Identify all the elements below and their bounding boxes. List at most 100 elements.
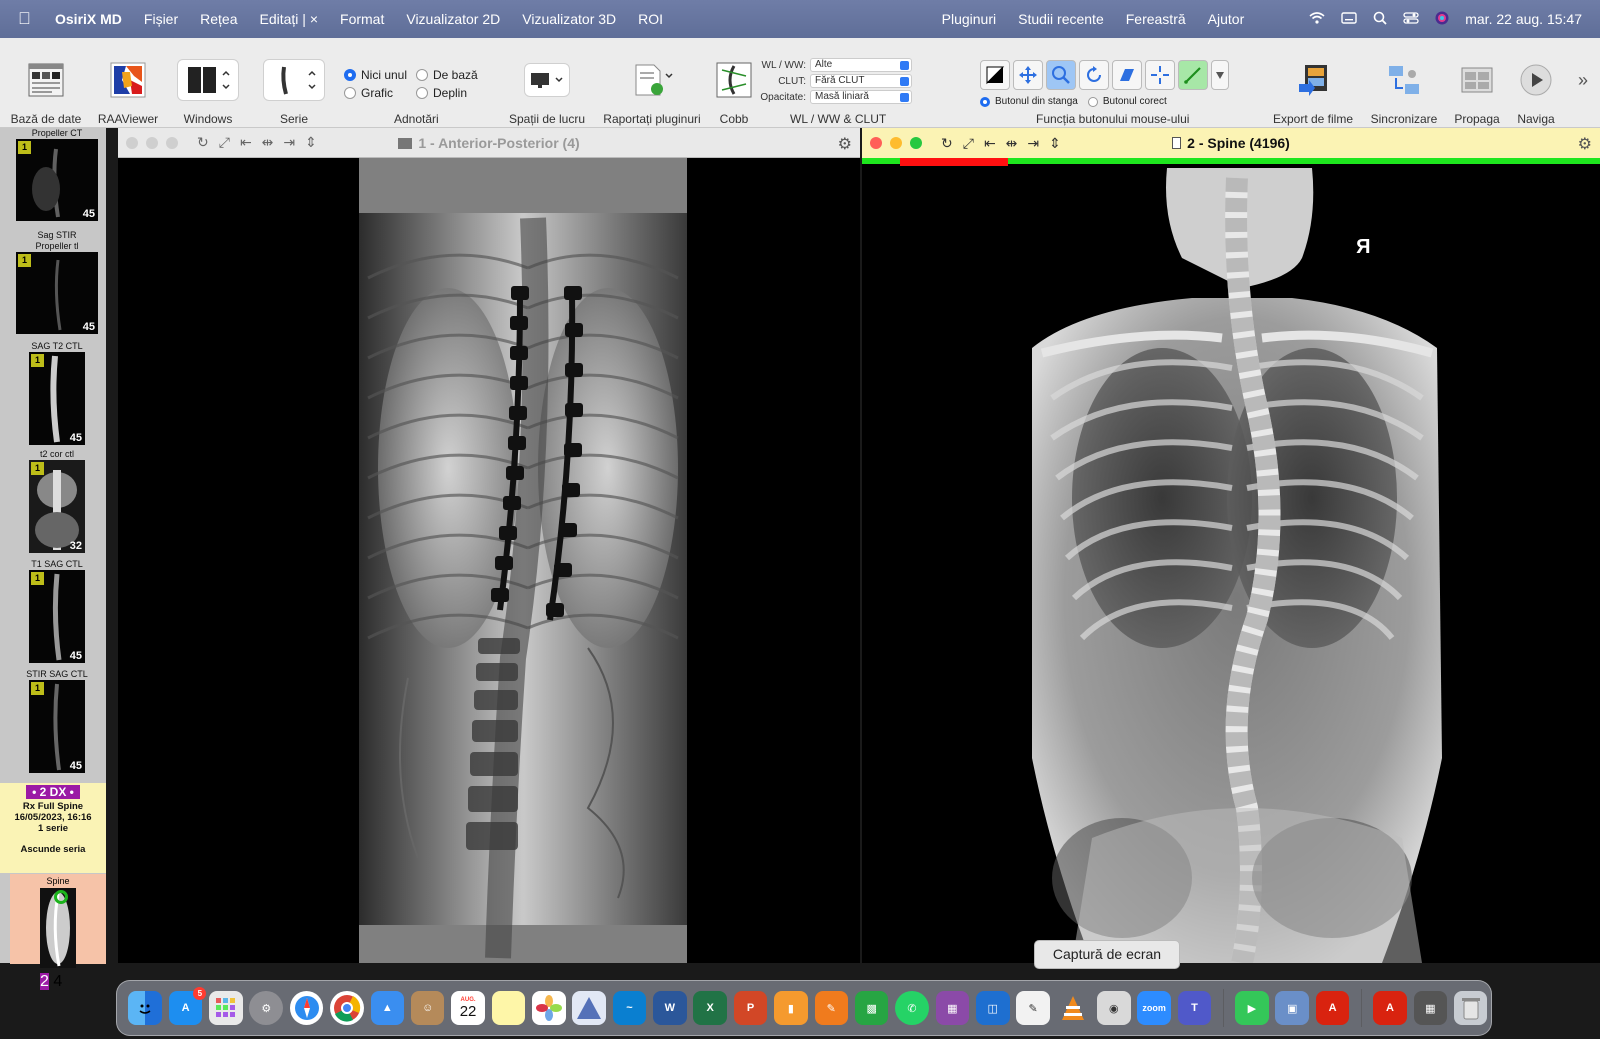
screenshot-icon[interactable]: ◉ (1097, 991, 1131, 1025)
menu-viz3d[interactable]: Vizualizator 3D (522, 11, 616, 27)
rotate-tool-icon[interactable] (1079, 60, 1109, 90)
chrome-icon[interactable] (330, 991, 364, 1025)
scroll-tool-icon[interactable] (1112, 60, 1142, 90)
windows-button[interactable]: Windows (172, 38, 244, 128)
series-thumb[interactable]: T1 SAG CTL 1 45 (12, 559, 102, 663)
annot-full-radio[interactable]: Deplin (416, 86, 488, 100)
menu-viz2d[interactable]: Vizualizator 2D (406, 11, 500, 27)
menu-studii[interactable]: Studii recente (1018, 11, 1104, 27)
series-thumb[interactable]: t2 cor ctl 1 32 (12, 449, 102, 553)
study-modality-tag: • 2 DX • (26, 785, 80, 799)
launchpad-icon[interactable] (209, 991, 243, 1025)
series-badge: 1 (31, 354, 44, 367)
study-info[interactable]: • 2 DX • Rx Full Spine 16/05/2023, 16:16… (0, 783, 106, 873)
folder-stack-icon[interactable]: ▦ (1413, 991, 1448, 1025)
hide-series-link[interactable]: Ascunde seria (0, 844, 106, 855)
powerpoint-icon[interactable]: P (733, 991, 768, 1025)
mouse-left-radio[interactable]: Butonul din stanga (980, 96, 1078, 107)
viewer1-canvas[interactable] (118, 158, 860, 963)
calendar-icon[interactable]: AUG. 22 (451, 991, 485, 1025)
toolbar-overflow-icon[interactable]: » (1578, 70, 1588, 91)
preview-icon[interactable]: ▣ (1275, 991, 1310, 1025)
textedit-icon[interactable]: ✎ (1016, 991, 1050, 1025)
search-icon[interactable] (1373, 11, 1387, 28)
menu-app[interactable]: OsiriX MD (55, 11, 122, 27)
facetime-icon[interactable]: ▶ (1235, 991, 1269, 1025)
serie-label: Serie (279, 112, 308, 126)
measure-line-tool-icon[interactable] (1178, 60, 1208, 90)
winrar-icon[interactable]: ▦ (935, 991, 970, 1025)
menu-fisier[interactable]: Fișier (144, 11, 178, 27)
horos-icon[interactable]: ~ (612, 991, 647, 1025)
annot-none-radio[interactable]: Nici unul (344, 68, 416, 82)
gear-icon[interactable]: ⚙ (1578, 134, 1592, 154)
teams-icon[interactable]: T (1177, 991, 1212, 1025)
annot-basic-radio[interactable]: De bază (416, 68, 488, 82)
wifi-icon[interactable] (1309, 11, 1325, 27)
report-plugins-button[interactable]: Raportați pluginuri (598, 38, 706, 128)
zoom-icon[interactable]: zoom (1137, 991, 1171, 1025)
raaviewer-button[interactable]: RAAViewer (92, 38, 164, 128)
keyboard-icon[interactable] (1341, 11, 1357, 27)
acrobat-icon[interactable]: A (1315, 991, 1350, 1025)
siri-icon[interactable] (1435, 11, 1449, 28)
cobb-button[interactable]: Cobb (712, 38, 756, 128)
menu-clock[interactable]: mar. 22 aug. 15:47 (1465, 11, 1582, 27)
wlww-select[interactable]: WL / WW: Alte (758, 57, 912, 73)
naviga-button[interactable]: Naviga (1508, 38, 1564, 128)
menu-editati[interactable]: Editați | × (260, 11, 319, 27)
menu-ajutor[interactable]: Ajutor (1208, 11, 1245, 27)
books-icon[interactable]: ▮ (774, 991, 808, 1025)
app-store-icon[interactable]: A5 (168, 987, 207, 1025)
workspaces-button[interactable]: Spații de lucru (502, 38, 592, 128)
series-thumb[interactable]: SAG T2 CTL 1 45 (12, 341, 102, 445)
testflight-icon[interactable]: ▲ (370, 991, 405, 1025)
series-count: 45 (69, 432, 82, 444)
menu-roi[interactable]: ROI (638, 11, 663, 27)
trash-icon[interactable] (1453, 991, 1488, 1025)
notes-icon[interactable] (491, 991, 526, 1025)
pdf-document-icon[interactable]: A (1373, 991, 1407, 1025)
zoom-tool-icon[interactable] (1046, 60, 1076, 90)
series-image: 1 45 (16, 252, 98, 334)
crosshair-tool-icon[interactable] (1145, 60, 1175, 90)
gear-icon[interactable]: ⚙ (838, 134, 852, 154)
serie-button[interactable]: Serie (258, 38, 330, 128)
viewer2-canvas[interactable]: R (862, 158, 1600, 963)
series-thumb[interactable]: STIR SAG CTL 1 45 (12, 669, 102, 773)
mouse-right-radio[interactable]: Butonul corect (1087, 96, 1167, 107)
finder-icon[interactable] (128, 991, 162, 1025)
propaga-button[interactable]: Propaga (1450, 38, 1504, 128)
vlc-icon[interactable] (1057, 991, 1091, 1025)
menu-format[interactable]: Format (340, 11, 384, 27)
photos-icon[interactable] (531, 991, 566, 1025)
whatsapp-icon[interactable]: ✆ (895, 991, 929, 1025)
series-thumb[interactable]: Propeller CT 1 45 (12, 128, 102, 221)
tool-dropdown-icon[interactable] (1211, 60, 1229, 90)
move-tool-icon[interactable] (1013, 60, 1043, 90)
menu-fereastra[interactable]: Fereastră (1126, 11, 1186, 27)
folder-icon (398, 137, 413, 149)
menu-retea[interactable]: Rețea (200, 11, 237, 27)
control-center-icon[interactable] (1403, 11, 1419, 27)
wl-contrast-tool-icon[interactable] (980, 60, 1010, 90)
system-settings-icon[interactable]: ⚙ (249, 991, 284, 1025)
clut-select[interactable]: CLUT: Fără CLUT (758, 73, 912, 89)
contacts-icon[interactable]: ☺ (410, 991, 445, 1025)
sync-button[interactable]: Sincronizare (1364, 38, 1444, 128)
apple-icon[interactable]:  (18, 9, 44, 29)
series-thumb[interactable]: Sag STIR Propeller tl 1 45 (12, 230, 102, 334)
export-movie-button[interactable]: Export de filme (1268, 38, 1358, 128)
archive-utility-icon[interactable]: ◫ (975, 991, 1010, 1025)
word-icon[interactable]: W (653, 991, 687, 1025)
opacity-select[interactable]: Opacitate: Masă liniară (758, 89, 912, 105)
database-button[interactable]: Bază de date (8, 38, 84, 128)
pages-icon[interactable]: ✎ (814, 991, 849, 1025)
excel-icon[interactable]: X (693, 991, 727, 1025)
menu-pluginuri[interactable]: Pluginuri (942, 11, 996, 27)
osirix-icon[interactable] (572, 991, 606, 1025)
numbers-icon[interactable]: ▩ (854, 991, 889, 1025)
annot-graphic-radio[interactable]: Grafic (344, 86, 416, 100)
spine-series-thumb[interactable]: Spine 2 4 (10, 874, 106, 990)
safari-icon[interactable] (289, 991, 324, 1025)
